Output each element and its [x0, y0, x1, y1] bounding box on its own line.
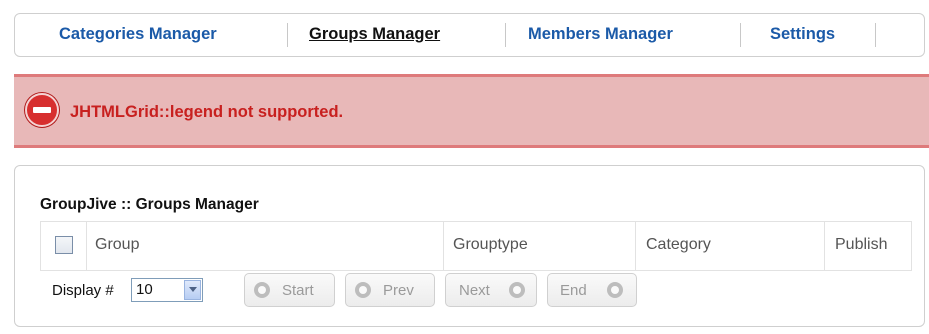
start-button[interactable]: Start: [244, 273, 335, 307]
nav-separator: [875, 23, 876, 47]
column-grouptype[interactable]: Grouptype: [444, 222, 636, 270]
top-nav: Categories Manager Groups Manager Member…: [14, 13, 925, 57]
end-button[interactable]: End: [547, 273, 637, 307]
display-count-value: 10: [136, 281, 153, 298]
next-label: Next: [459, 282, 490, 299]
nav-members-manager[interactable]: Members Manager: [528, 25, 673, 44]
select-all-checkbox[interactable]: [55, 236, 73, 254]
column-group-label: Group: [95, 236, 140, 253]
column-grouptype-label: Grouptype: [453, 236, 528, 253]
column-publish-label: Publish: [835, 236, 888, 253]
end-label: End: [560, 282, 587, 299]
next-button[interactable]: Next: [445, 273, 537, 307]
prev-button[interactable]: Prev: [345, 273, 435, 307]
display-count-label: Display #: [52, 282, 114, 299]
start-circle-icon: [254, 282, 270, 298]
end-circle-icon: [607, 282, 623, 298]
column-category[interactable]: Category: [636, 222, 825, 270]
column-group[interactable]: Group: [87, 222, 444, 270]
next-circle-icon: [509, 282, 525, 298]
select-column: [41, 222, 87, 270]
error-message-text: JHTMLGrid::legend not supported.: [70, 103, 344, 121]
nav-separator: [740, 23, 741, 47]
chevron-down-icon[interactable]: [184, 280, 201, 300]
groups-manager-panel: GroupJive :: Groups Manager Group Groupt…: [14, 165, 925, 327]
column-publish[interactable]: Publish: [825, 222, 911, 270]
display-count-select[interactable]: 10: [131, 278, 203, 302]
prev-label: Prev: [383, 282, 414, 299]
nav-settings[interactable]: Settings: [770, 25, 835, 44]
prev-circle-icon: [355, 282, 371, 298]
groups-table-header: Group Grouptype Category Publish: [40, 221, 912, 271]
error-stop-icon: [25, 93, 59, 127]
panel-title: GroupJive :: Groups Manager: [40, 196, 259, 213]
error-message-bar: JHTMLGrid::legend not supported.: [14, 74, 929, 148]
column-category-label: Category: [646, 236, 711, 253]
start-label: Start: [282, 282, 314, 299]
nav-groups-manager[interactable]: Groups Manager: [309, 25, 440, 44]
nav-separator: [287, 23, 288, 47]
nav-separator: [505, 23, 506, 47]
nav-categories-manager[interactable]: Categories Manager: [59, 25, 217, 44]
